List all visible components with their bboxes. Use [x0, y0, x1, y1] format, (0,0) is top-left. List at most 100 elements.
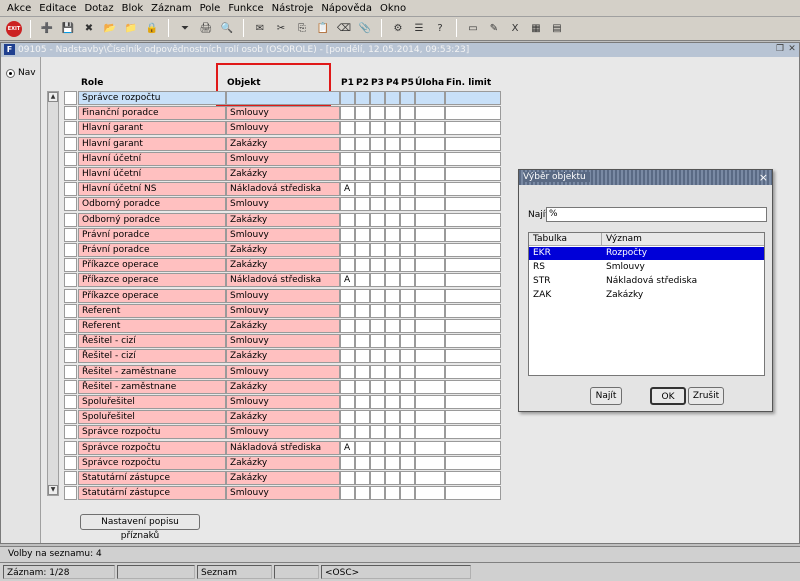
cell-p3[interactable]: [370, 349, 385, 363]
cell-p1[interactable]: [340, 213, 355, 227]
cell-p3[interactable]: [370, 228, 385, 242]
cell-uloha[interactable]: [415, 289, 445, 303]
cell-p1[interactable]: [340, 152, 355, 166]
cell-p3[interactable]: [370, 334, 385, 348]
cell-objekt[interactable]: Zakázky: [226, 137, 340, 151]
cell-fin-limit[interactable]: [445, 243, 501, 257]
cell-objekt[interactable]: Nákladová střediska: [226, 441, 340, 455]
filter-icon[interactable]: ⏷: [175, 19, 195, 39]
cell-objekt[interactable]: Zakázky: [226, 258, 340, 272]
cell-objekt[interactable]: Zakázky: [226, 319, 340, 333]
ok-button[interactable]: OK: [650, 387, 686, 405]
cell-p2[interactable]: [355, 349, 370, 363]
list-icon[interactable]: ☰: [409, 19, 429, 39]
cell-uloha[interactable]: [415, 425, 445, 439]
cell-objekt[interactable]: Zakázky: [226, 349, 340, 363]
row-selector[interactable]: [64, 273, 77, 287]
cell-p3[interactable]: [370, 410, 385, 424]
cell-p5[interactable]: [400, 441, 415, 455]
cell-objekt[interactable]: Zakázky: [226, 380, 340, 394]
cell-uloha[interactable]: [415, 441, 445, 455]
cell-p1[interactable]: [340, 410, 355, 424]
cell-p4[interactable]: [385, 121, 400, 135]
cell-uloha[interactable]: [415, 91, 445, 105]
cell-p3[interactable]: [370, 319, 385, 333]
cell-uloha[interactable]: [415, 334, 445, 348]
cell-objekt[interactable]: Smlouvy: [226, 106, 340, 120]
list-item[interactable]: STR Nákladová střediska: [529, 275, 764, 288]
cell-objekt[interactable]: Smlouvy: [226, 289, 340, 303]
dialog-close-icon[interactable]: ×: [759, 170, 768, 185]
cell-p4[interactable]: [385, 182, 400, 196]
menu-item[interactable]: Nástroje: [268, 0, 318, 17]
menu-item[interactable]: Editace: [35, 0, 80, 17]
cell-p5[interactable]: [400, 304, 415, 318]
cell-uloha[interactable]: [415, 121, 445, 135]
cell-p1[interactable]: [340, 380, 355, 394]
edit-icon[interactable]: ✎: [484, 19, 504, 39]
cell-fin-limit[interactable]: [445, 137, 501, 151]
cell-p1[interactable]: [340, 121, 355, 135]
cell-fin-limit[interactable]: [445, 441, 501, 455]
cell-uloha[interactable]: [415, 349, 445, 363]
cell-p1[interactable]: A: [340, 441, 355, 455]
row-selector[interactable]: [64, 441, 77, 455]
cell-fin-limit[interactable]: [445, 152, 501, 166]
cell-p3[interactable]: [370, 167, 385, 181]
grid-icon[interactable]: ▦: [526, 19, 546, 39]
cell-p2[interactable]: [355, 456, 370, 470]
cell-p4[interactable]: [385, 273, 400, 287]
cell-fin-limit[interactable]: [445, 106, 501, 120]
cell-p4[interactable]: [385, 471, 400, 485]
cell-p5[interactable]: [400, 91, 415, 105]
cell-p1[interactable]: [340, 471, 355, 485]
cell-role[interactable]: Správce rozpočtu: [78, 441, 226, 455]
cell-fin-limit[interactable]: [445, 456, 501, 470]
cell-uloha[interactable]: [415, 486, 445, 500]
cell-p5[interactable]: [400, 167, 415, 181]
cell-fin-limit[interactable]: [445, 334, 501, 348]
cut-icon[interactable]: ✂: [271, 19, 291, 39]
close-window-icon[interactable]: ✕: [787, 44, 797, 54]
list-item[interactable]: EKR Rozpočty: [529, 247, 764, 260]
cell-role[interactable]: Správce rozpočtu: [78, 456, 226, 470]
cell-p5[interactable]: [400, 395, 415, 409]
cell-fin-limit[interactable]: [445, 425, 501, 439]
cell-fin-limit[interactable]: [445, 167, 501, 181]
cell-objekt[interactable]: Smlouvy: [226, 152, 340, 166]
cell-role[interactable]: Statutární zástupce: [78, 486, 226, 500]
print-icon[interactable]: 🖨: [196, 19, 216, 39]
cell-role[interactable]: Řešitel - cizí: [78, 349, 226, 363]
cell-p1[interactable]: [340, 349, 355, 363]
row-selector[interactable]: [64, 106, 77, 120]
cell-objekt[interactable]: Smlouvy: [226, 425, 340, 439]
cell-p2[interactable]: [355, 197, 370, 211]
cell-p2[interactable]: [355, 395, 370, 409]
cell-p1[interactable]: [340, 319, 355, 333]
window-icon[interactable]: ▭: [463, 19, 483, 39]
cell-p2[interactable]: [355, 471, 370, 485]
cell-p1[interactable]: [340, 395, 355, 409]
cell-p5[interactable]: [400, 152, 415, 166]
cell-uloha[interactable]: [415, 152, 445, 166]
find-icon[interactable]: 🔍: [217, 19, 237, 39]
cell-p3[interactable]: [370, 471, 385, 485]
new-record-icon[interactable]: ➕: [37, 19, 57, 39]
cell-p2[interactable]: [355, 486, 370, 500]
cell-uloha[interactable]: [415, 273, 445, 287]
cell-role[interactable]: Hlavní účetní: [78, 152, 226, 166]
cell-p4[interactable]: [385, 334, 400, 348]
cell-p3[interactable]: [370, 258, 385, 272]
cell-objekt[interactable]: Zakázky: [226, 456, 340, 470]
cell-p3[interactable]: [370, 197, 385, 211]
cell-p5[interactable]: [400, 137, 415, 151]
cell-p5[interactable]: [400, 486, 415, 500]
copy-icon[interactable]: ⎘: [292, 19, 312, 39]
attach-icon[interactable]: 📎: [355, 19, 375, 39]
restore-icon[interactable]: ❐: [775, 44, 785, 54]
cell-p4[interactable]: [385, 213, 400, 227]
cell-uloha[interactable]: [415, 456, 445, 470]
cell-objekt[interactable]: Smlouvy: [226, 304, 340, 318]
save-icon[interactable]: 💾: [58, 19, 78, 39]
cell-fin-limit[interactable]: [445, 91, 501, 105]
